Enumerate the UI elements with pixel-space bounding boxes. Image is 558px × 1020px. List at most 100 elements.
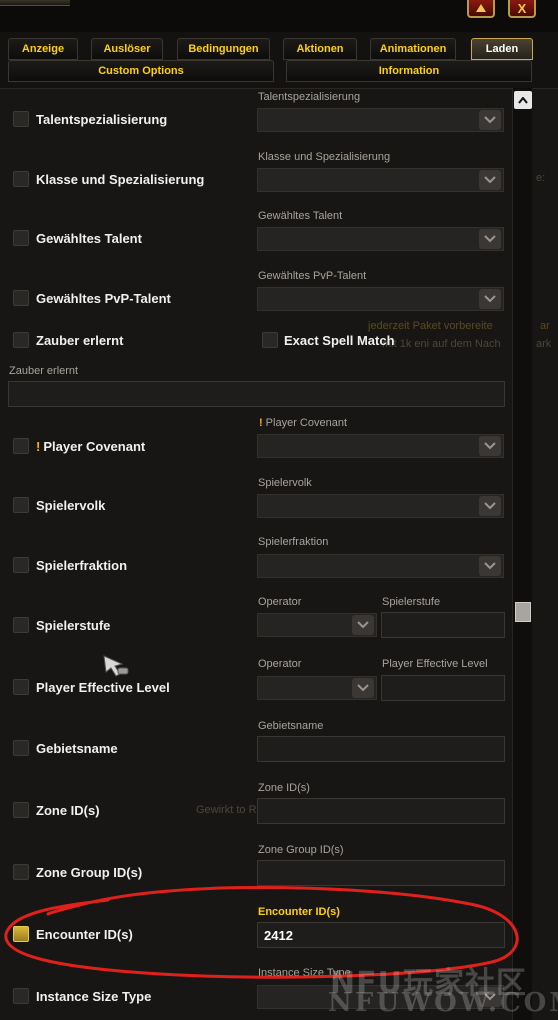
effective-level-operator-dropdown[interactable]: [257, 676, 377, 700]
race-checkbox[interactable]: [13, 497, 29, 513]
tab-label: Laden: [485, 43, 519, 55]
zone-id-input[interactable]: [257, 798, 505, 824]
race-dropdown[interactable]: [257, 494, 504, 518]
pvp-talent-label: Gewähltes PvP-Talent: [36, 291, 171, 306]
player-level-checkbox[interactable]: [13, 617, 29, 633]
zone-id-field-label: Zone ID(s): [258, 782, 310, 794]
chevron-down-icon: [352, 615, 374, 635]
scroll-up-button[interactable]: [514, 91, 532, 109]
effective-level-checkbox[interactable]: [13, 679, 29, 695]
tab-label: Bedingungen: [188, 43, 259, 55]
tab-laden[interactable]: Laden: [471, 38, 533, 60]
player-level-value-label: Spielerstufe: [382, 596, 441, 608]
scrollbar[interactable]: [512, 88, 532, 1020]
warning-icon: !: [36, 439, 41, 454]
tab-information[interactable]: Information: [286, 60, 532, 82]
player-covenant-text: Player Covenant: [43, 439, 146, 454]
zone-name-input[interactable]: [257, 736, 505, 762]
faction-label: Spielerfraktion: [36, 558, 128, 573]
spell-learned-label: Zauber erlernt: [36, 333, 124, 348]
tab-label: Auslöser: [103, 43, 151, 55]
instance-size-checkbox[interactable]: [13, 988, 29, 1004]
zone-group-label: Zone Group ID(s): [36, 865, 143, 880]
pvp-talent-dropdown[interactable]: [257, 287, 504, 311]
pvp-talent-checkbox[interactable]: [13, 290, 29, 306]
spell-learned-input[interactable]: [8, 381, 505, 407]
player-level-input[interactable]: [381, 612, 505, 638]
close-icon: X: [517, 0, 527, 16]
title-bar: X: [0, 0, 558, 32]
mouse-cursor-icon: [103, 655, 129, 677]
tab-bar-primary: Anzeige Auslöser Bedingungen Aktionen An…: [0, 38, 558, 60]
tab-ausloeser[interactable]: Auslöser: [91, 38, 163, 60]
talent-spec-field-label: Talentspezialisierung: [258, 91, 361, 103]
faction-dropdown[interactable]: [257, 554, 504, 578]
encounter-id-field-label: Encounter ID(s): [258, 906, 340, 918]
zone-group-field-label: Zone Group ID(s): [258, 844, 344, 856]
chevron-up-icon: [518, 96, 528, 104]
ghost-text: ark: [536, 338, 552, 350]
zone-id-label: Zone ID(s): [36, 803, 100, 818]
player-covenant-field-text: Player Covenant: [265, 417, 347, 429]
chevron-down-icon: [352, 678, 374, 698]
ghost-text: mit 1k eni auf dem Nach: [382, 338, 501, 350]
faction-checkbox[interactable]: [13, 557, 29, 573]
class-spec-field-label: Klasse und Spezialisierung: [258, 151, 391, 163]
talent-spec-checkbox[interactable]: [13, 111, 29, 127]
effective-level-operator-label: Operator: [258, 658, 302, 670]
talent-spec-dropdown[interactable]: [257, 108, 504, 132]
player-level-label: Spielerstufe: [36, 618, 111, 633]
race-label: Spielervolk: [36, 498, 106, 513]
exact-spell-match-label: Exact Spell Match: [284, 333, 395, 348]
tab-custom-options[interactable]: Custom Options: [8, 60, 274, 82]
chosen-talent-dropdown[interactable]: [257, 227, 504, 251]
encounter-id-checkbox[interactable]: [13, 926, 29, 942]
ghost-text: jederzeit Paket vorbereite: [368, 320, 493, 332]
class-spec-label: Klasse und Spezialisierung: [36, 172, 205, 187]
chevron-down-icon: [479, 110, 501, 130]
scrollbar-thumb[interactable]: [515, 602, 531, 622]
exact-spell-match-checkbox[interactable]: [262, 332, 278, 348]
tab-bedingungen[interactable]: Bedingungen: [177, 38, 270, 60]
chosen-talent-field-label: Gewähltes Talent: [258, 210, 343, 222]
player-covenant-field-label: ! Player Covenant: [259, 417, 347, 429]
chevron-down-icon: [479, 229, 501, 249]
zone-id-checkbox[interactable]: [13, 802, 29, 818]
encounter-id-label: Encounter ID(s): [36, 927, 133, 942]
encounter-id-input[interactable]: 2412: [257, 922, 505, 948]
tab-label: Animationen: [379, 43, 447, 55]
pvp-talent-field-label: Gewähltes PvP-Talent: [258, 270, 367, 282]
chevron-down-icon: [479, 556, 501, 576]
effective-level-input[interactable]: [381, 675, 505, 701]
class-spec-checkbox[interactable]: [13, 171, 29, 187]
tab-label: Information: [378, 65, 440, 77]
zone-name-checkbox[interactable]: [13, 740, 29, 756]
ghost-text: e:: [536, 172, 546, 184]
chosen-talent-checkbox[interactable]: [13, 230, 29, 246]
spell-learned-checkbox[interactable]: [13, 332, 29, 348]
chevron-down-icon: [479, 496, 501, 516]
close-button[interactable]: X: [508, 0, 536, 18]
ghost-text: Gewirkt to Re: [196, 804, 263, 816]
zone-group-checkbox[interactable]: [13, 864, 29, 880]
player-covenant-label: ! Player Covenant: [36, 439, 145, 454]
collapse-button[interactable]: [467, 0, 495, 18]
zone-name-label: Gebietsname: [36, 741, 118, 756]
tab-label: Anzeige: [21, 43, 65, 55]
effective-level-value-label: Player Effective Level: [382, 658, 488, 670]
chosen-talent-label: Gewähltes Talent: [36, 231, 142, 246]
triangle-up-icon: [476, 4, 486, 12]
player-level-operator-dropdown[interactable]: [257, 613, 377, 637]
player-covenant-checkbox[interactable]: [13, 438, 29, 454]
instance-size-label: Instance Size Type: [36, 989, 152, 1004]
faction-field-label: Spielerfraktion: [258, 536, 329, 548]
race-field-label: Spielervolk: [258, 477, 312, 489]
tab-label: Aktionen: [296, 43, 344, 55]
talent-spec-label: Talentspezialisierung: [36, 112, 168, 127]
tab-anzeige[interactable]: Anzeige: [8, 38, 78, 60]
player-covenant-dropdown[interactable]: [257, 434, 504, 458]
tab-aktionen[interactable]: Aktionen: [283, 38, 357, 60]
class-spec-dropdown[interactable]: [257, 168, 504, 192]
tab-animationen[interactable]: Animationen: [370, 38, 456, 60]
zone-group-input[interactable]: [257, 860, 505, 886]
